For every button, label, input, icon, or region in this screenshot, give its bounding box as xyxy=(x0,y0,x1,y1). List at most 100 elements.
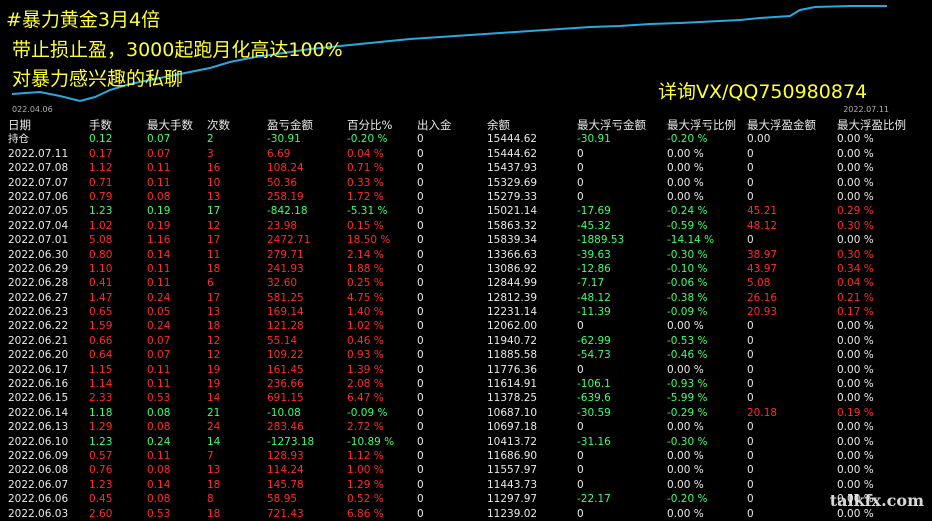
cell-date: 2022.06.10 xyxy=(8,435,69,448)
table-row[interactable]: 2022.06.06 0.45 0.08 8 58.95 0.52 % 0 11297.97 -… xyxy=(0,492,932,506)
cell-max-float-profit: 43.97 xyxy=(747,262,778,275)
cell-pnl: 108.24 xyxy=(267,162,304,175)
cell-deposit: 0 xyxy=(417,421,424,434)
table-row[interactable]: 2022.06.30 0.80 0.14 11 279.71 2.14 % 0 13366.6… xyxy=(0,248,932,262)
table-row[interactable]: 2022.06.10 1.23 0.24 14 -1273.18 -10.89 % 0 104… xyxy=(0,435,932,449)
table-row[interactable]: 2022.06.15 2.33 0.53 14 691.15 6.47 % 0 11378.2… xyxy=(0,391,932,405)
cell-max-float-loss-pct: -0.06 % xyxy=(667,277,708,290)
header-pnl[interactable]: 盈亏金额 xyxy=(267,118,313,132)
cell-max-float-profit: 0 xyxy=(747,392,754,405)
cell-max-lots: 0.07 xyxy=(147,349,171,362)
cell-max-float-profit: 38.97 xyxy=(747,248,778,261)
cell-max-float-loss-pct: -0.29 % xyxy=(667,406,708,419)
cell-max-float-profit: 0 xyxy=(747,493,754,506)
table-row[interactable]: 2022.06.09 0.57 0.11 7 128.93 1.12 % 0 11686.90… xyxy=(0,449,932,463)
cell-max-float-loss-pct: -0.53 % xyxy=(667,334,708,347)
table-row[interactable]: 2022.06.13 1.29 0.08 24 283.46 2.72 % 0 10697.1… xyxy=(0,420,932,434)
header-max-float-profit-pct[interactable]: 最大浮盈比例 xyxy=(837,118,906,132)
cell-balance: 15444.62 xyxy=(487,147,538,160)
cell-date: 2022.06.08 xyxy=(8,464,69,477)
cell-max-float-loss-pct: 0.00 % xyxy=(667,162,704,175)
promo-contact: 详询VX/QQ750980874 xyxy=(658,81,868,103)
table-row[interactable]: 2022.06.28 0.41 0.11 6 32.60 0.25 % 0 12844.99 -… xyxy=(0,276,932,290)
header-max-float-profit[interactable]: 最大浮盈金额 xyxy=(747,118,816,132)
cell-max-float-profit-pct: 0.19 % xyxy=(837,406,874,419)
cell-max-lots: 0.08 xyxy=(147,421,171,434)
cell-trades: 17 xyxy=(207,234,221,247)
table-row[interactable]: 2022.06.07 1.23 0.14 18 145.78 1.29 % 0 11443.7… xyxy=(0,478,932,492)
cell-max-float-profit: 0.00 xyxy=(747,133,771,146)
cell-max-float-profit-pct: 0.00 % xyxy=(837,334,874,347)
cell-percent: 0.15 % xyxy=(347,219,384,232)
cell-trades: 7 xyxy=(207,449,214,462)
cell-max-float-profit-pct: 0.00 % xyxy=(837,392,874,405)
cell-max-float-loss: 0 xyxy=(577,464,584,477)
holding-row: 持仓 0.12 0.07 2 -30.91 -0.20 % 0 15444.62 -30.91 -… xyxy=(0,132,932,146)
table-row[interactable]: 2022.06.17 1.15 0.11 19 161.45 1.39 % 0 11776.3… xyxy=(0,363,932,377)
cell-max-float-profit-pct: 0.00 % xyxy=(837,449,874,462)
cell-pnl: 23.98 xyxy=(267,219,298,232)
table-row[interactable]: 2022.07.07 0.71 0.11 10 50.36 0.33 % 0 15329.69… xyxy=(0,176,932,190)
cell-max-float-loss-pct: -14.14 % xyxy=(667,234,715,247)
cell-pnl: 279.71 xyxy=(267,248,304,261)
cell-max-float-profit: 26.16 xyxy=(747,291,778,304)
header-percent[interactable]: 百分比% xyxy=(347,118,392,132)
table-row[interactable]: 2022.06.23 0.65 0.05 13 169.14 1.40 % 0 12231.1… xyxy=(0,305,932,319)
table-row[interactable]: 2022.06.29 1.10 0.11 18 241.93 1.88 % 0 13086.9… xyxy=(0,262,932,276)
promo-private-chat: 对暴力感兴趣的私聊 xyxy=(12,68,184,90)
cell-max-float-profit: 0 xyxy=(747,234,754,247)
cell-max-float-loss: 0 xyxy=(577,421,584,434)
cell-max-float-loss: -48.12 xyxy=(577,291,611,304)
table-row[interactable]: 2022.06.22 1.59 0.24 18 121.28 1.02 % 0 12062.0… xyxy=(0,319,932,333)
table-row[interactable]: 2022.06.14 1.18 0.08 21 -10.08 -0.09 % 0 10687.… xyxy=(0,406,932,420)
table-row[interactable]: 2022.06.21 0.66 0.07 12 55.14 0.46 % 0 11940.72… xyxy=(0,334,932,348)
cell-max-float-profit: 0 xyxy=(747,421,754,434)
table-row[interactable]: 2022.07.05 1.23 0.19 17 -842.18 -5.31 % 0 15021… xyxy=(0,204,932,218)
header-trades[interactable]: 次数 xyxy=(207,118,230,132)
cell-lots: 2.33 xyxy=(89,392,113,405)
table-row[interactable]: 2022.07.11 0.17 0.07 3 6.69 0.04 % 0 15444.62 0 0… xyxy=(0,147,932,161)
cell-max-float-profit: 0 xyxy=(747,363,754,376)
table-row[interactable]: 2022.06.27 1.47 0.24 17 581.25 4.75 % 0 12812.3… xyxy=(0,291,932,305)
cell-max-float-loss: -39.63 xyxy=(577,248,611,261)
cell-max-float-loss-pct: -0.10 % xyxy=(667,262,708,275)
table-row[interactable]: 2022.07.01 5.08 1.16 17 2472.71 18.50 % 0 15839… xyxy=(0,233,932,247)
table-row[interactable]: 2022.07.06 0.79 0.08 13 258.19 1.72 % 0 15279.3… xyxy=(0,190,932,204)
header-max-lots[interactable]: 最大手数 xyxy=(147,118,193,132)
header-max-float-loss-pct[interactable]: 最大浮亏比例 xyxy=(667,118,736,132)
cell-percent: 1.88 % xyxy=(347,262,384,275)
header-max-float-loss[interactable]: 最大浮亏金额 xyxy=(577,118,646,132)
cell-lots: 1.23 xyxy=(89,435,113,448)
cell-lots: 0.79 xyxy=(89,190,113,203)
cell-pnl: 145.78 xyxy=(267,478,304,491)
cell-trades: 21 xyxy=(207,406,221,419)
cell-percent: 0.25 % xyxy=(347,277,384,290)
cell-max-float-profit: 0 xyxy=(747,162,754,175)
cell-max-float-profit: 0 xyxy=(747,449,754,462)
cell-date: 2022.06.14 xyxy=(8,406,69,419)
table-row[interactable]: 2022.06.16 1.14 0.11 19 236.66 2.08 % 0 11614.9… xyxy=(0,377,932,391)
table-row[interactable]: 2022.06.08 0.76 0.08 13 114.24 1.00 % 0 11557.9… xyxy=(0,463,932,477)
table-row[interactable]: 2022.06.20 0.64 0.07 12 109.22 0.93 % 0 11885.5… xyxy=(0,348,932,362)
cell-balance: 15279.33 xyxy=(487,190,538,203)
header-lots[interactable]: 手数 xyxy=(89,118,112,132)
header-date[interactable]: 日期 xyxy=(8,118,31,132)
cell-balance: 11378.25 xyxy=(487,392,538,405)
cell-lots: 0.65 xyxy=(89,306,113,319)
cell-max-float-loss: 0 xyxy=(577,162,584,175)
cell-max-lots: 0.08 xyxy=(147,464,171,477)
header-balance[interactable]: 余额 xyxy=(487,118,510,132)
table-row[interactable]: 2022.07.04 1.02 0.19 12 23.98 0.15 % 0 15863.32… xyxy=(0,219,932,233)
cell-trades: 19 xyxy=(207,363,221,376)
cell-max-float-loss: -106.1 xyxy=(577,378,611,391)
cell-percent: 1.12 % xyxy=(347,449,384,462)
header-deposit[interactable]: 出入金 xyxy=(417,118,452,132)
cell-max-float-loss: -22.17 xyxy=(577,493,611,506)
cell-deposit: 0 xyxy=(417,493,424,506)
cell-max-float-profit-pct: 0.00 % xyxy=(837,464,874,477)
watermark-logo: talkfx.com xyxy=(829,491,924,510)
cell-max-float-loss-pct: 0.00 % xyxy=(667,449,704,462)
cell-max-lots: 0.07 xyxy=(147,147,171,160)
cell-lots: 1.23 xyxy=(89,205,113,218)
table-row[interactable]: 2022.07.08 1.12 0.11 16 108.24 0.71 % 0 15437.9… xyxy=(0,161,932,175)
